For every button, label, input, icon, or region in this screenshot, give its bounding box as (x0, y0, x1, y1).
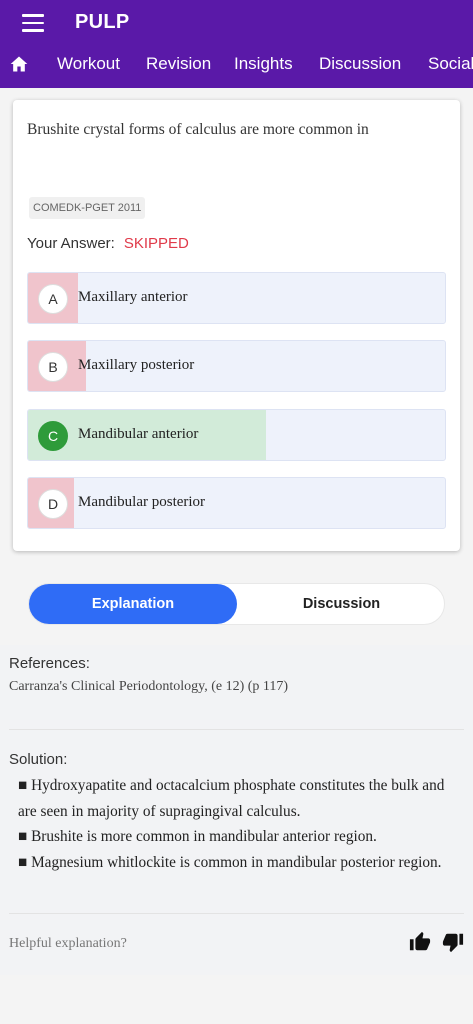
option-a-text: Maxillary anterior (78, 289, 188, 305)
tab-workout[interactable]: Workout (57, 54, 120, 74)
nav-tabs: Workout Revision Insights Discussion Soc… (0, 48, 473, 86)
tab-revision[interactable]: Revision (146, 54, 211, 74)
solution-point: ■ Brushite is more common in mandibular … (18, 828, 377, 845)
solution-point: ■ Magnesium whitlockite is common in man… (18, 853, 442, 871)
helpful-prompt: Helpful explanation? (9, 936, 127, 951)
divider (9, 913, 464, 914)
option-b-text: Maxillary posterior (78, 357, 195, 373)
option-c-letter: C (38, 421, 68, 451)
option-d-letter: D (38, 489, 68, 519)
thumbs-down-icon[interactable] (442, 930, 464, 954)
solution-point: ■ Hydroxyapatite and octacalcium phospha… (18, 777, 445, 820)
menu-icon[interactable] (22, 14, 44, 32)
references-heading: References: (9, 655, 90, 672)
explanation-discussion-toggle: Explanation Discussion (28, 583, 445, 625)
thumbs-up-icon[interactable] (409, 930, 431, 954)
home-icon[interactable] (9, 54, 29, 74)
your-answer: Your Answer: SKIPPED (27, 235, 189, 252)
option-c[interactable]: C Mandibular anterior (27, 409, 446, 461)
solution-heading: Solution: (9, 751, 68, 768)
option-a-letter: A (38, 284, 68, 314)
option-d[interactable]: D Mandibular posterior (27, 477, 446, 529)
solution-list: ■ Hydroxyapatite and octacalcium phospha… (18, 773, 458, 875)
divider (9, 729, 464, 730)
question-card: Brushite crystal forms of calculus are m… (13, 100, 460, 551)
explanation-panel: References: Carranza's Clinical Periodon… (0, 645, 473, 975)
option-b-letter: B (38, 352, 68, 382)
answer-label: Your Answer: (27, 235, 115, 252)
app-title: PULP (75, 11, 130, 33)
option-d-text: Mandibular posterior (78, 494, 206, 510)
exam-tag: COMEDK-PGET 2011 (29, 197, 146, 219)
answer-status: SKIPPED (123, 235, 189, 252)
explanation-tab[interactable]: Explanation (29, 584, 237, 624)
question-text: Brushite crystal forms of calculus are m… (27, 121, 369, 138)
option-a[interactable]: A Maxillary anterior (27, 272, 446, 324)
references-text: Carranza's Clinical Periodontology, (e 1… (9, 679, 289, 694)
option-b[interactable]: B Maxillary posterior (27, 340, 446, 392)
tab-insights[interactable]: Insights (234, 54, 293, 74)
discussion-tab[interactable]: Discussion (237, 584, 446, 624)
top-app-bar: PULP Workout Revision Insights Discussio… (0, 0, 473, 88)
tab-social[interactable]: Social (428, 54, 473, 74)
option-c-text: Mandibular anterior (78, 426, 199, 442)
tab-discussion[interactable]: Discussion (319, 54, 401, 74)
